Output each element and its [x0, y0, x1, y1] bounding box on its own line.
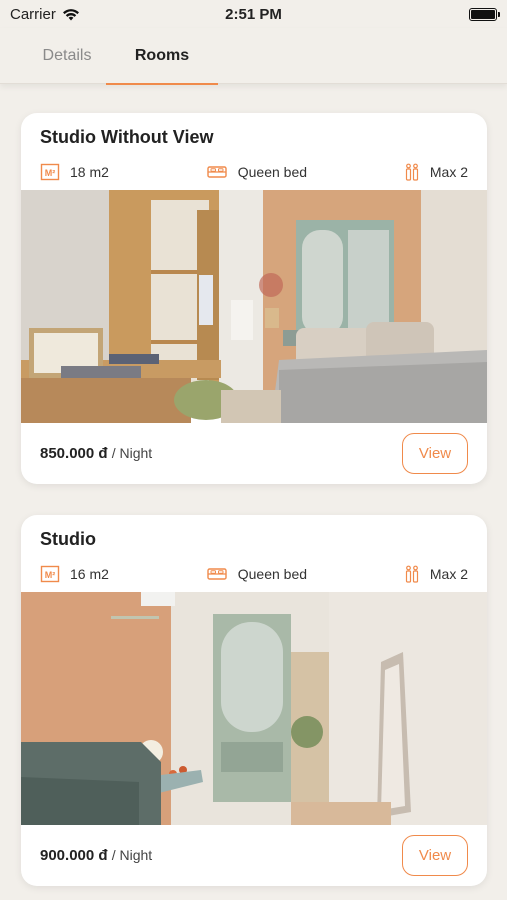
status-bar: Carrier 2:51 PM: [0, 0, 507, 28]
bed-value: Queen bed: [237, 163, 308, 180]
bed-value: Queen bed: [237, 565, 308, 582]
tab-details[interactable]: Details: [0, 28, 134, 84]
room-title: Studio: [40, 529, 96, 549]
battery-icon: [469, 7, 500, 21]
room-features: M² 16 m2 Queen bed Max 2: [21, 555, 487, 592]
bed-icon: [206, 164, 228, 180]
price: 900.000 đ / Night: [40, 847, 152, 864]
room-features: M² 18 m2 Queen bed Max 2: [21, 153, 487, 190]
svg-text:M²: M²: [45, 168, 56, 178]
room-title: Studio Without View: [40, 127, 214, 147]
room-photo[interactable]: [21, 190, 487, 423]
area-feature: M² 18 m2: [40, 163, 109, 181]
room-photo[interactable]: [21, 592, 487, 825]
room-card[interactable]: Studio M² 16 m2 Queen bed Max 2 900.000 …: [21, 515, 487, 886]
area-value: 16 m2: [70, 565, 109, 582]
price: 850.000 đ / Night: [40, 445, 152, 462]
card-footer: 850.000 đ / Night View: [21, 423, 487, 484]
carrier-label: Carrier: [10, 5, 56, 23]
area-feature: M² 16 m2: [40, 565, 109, 583]
guests-feature: Max 2: [404, 163, 468, 181]
bed-feature: Queen bed: [206, 164, 307, 180]
view-button[interactable]: View: [402, 433, 468, 474]
guests-feature: Max 2: [404, 565, 468, 583]
status-left: Carrier: [10, 6, 80, 23]
view-button[interactable]: View: [402, 835, 468, 876]
area-value: 18 m2: [70, 163, 109, 180]
area-m2-icon: M²: [40, 163, 60, 181]
tab-bar: Details Rooms: [0, 28, 507, 85]
guests-value: Max 2: [429, 565, 468, 582]
guests-icon: [404, 565, 420, 583]
wifi-icon: [62, 8, 80, 21]
area-m2-icon: M²: [40, 565, 60, 583]
svg-text:M²: M²: [45, 570, 56, 580]
card-footer: 900.000 đ / Night View: [21, 825, 487, 886]
room-card[interactable]: Studio Without View M² 18 m2 Queen bed M…: [21, 113, 487, 484]
guests-icon: [404, 163, 420, 181]
tab-rooms[interactable]: Rooms: [106, 28, 218, 85]
price-amount: 850.000 đ: [40, 445, 108, 462]
price-unit: / Night: [111, 847, 153, 863]
bed-icon: [206, 566, 228, 582]
price-amount: 900.000 đ: [40, 847, 108, 864]
price-unit: / Night: [111, 445, 153, 461]
bed-feature: Queen bed: [206, 566, 307, 582]
guests-value: Max 2: [429, 163, 468, 180]
